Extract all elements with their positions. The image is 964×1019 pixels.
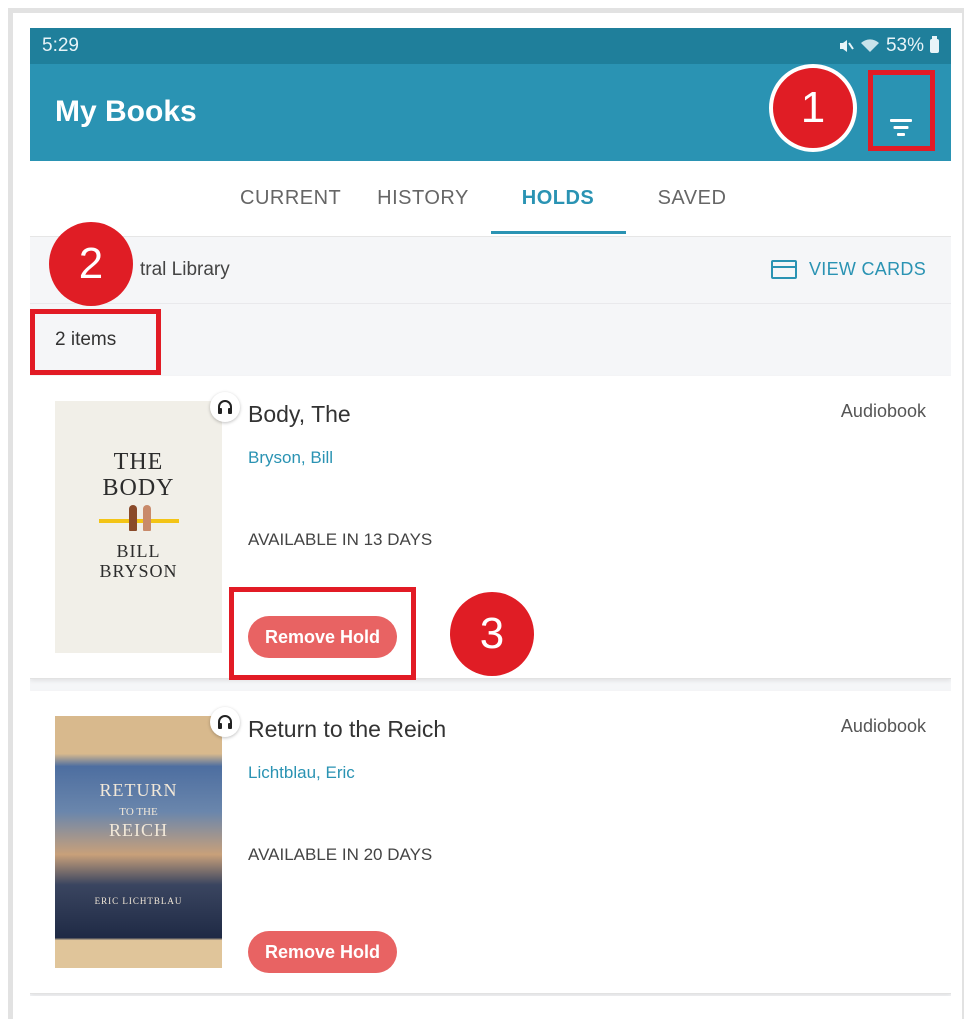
tab-saved[interactable]: SAVED [642,187,742,210]
cover-text: THE [113,449,164,475]
cover-figure [129,505,137,531]
tab-current[interactable]: CURRENT [240,187,341,210]
battery-percent: 53% [885,35,924,56]
cover-text: RETURN [99,780,178,800]
cover-text: BODY [102,475,175,501]
audiobook-badge [210,392,240,422]
book-format: Audiobook [840,716,926,736]
view-cards-label: VIEW CARDS [808,259,926,279]
wifi-icon [860,39,879,52]
callout-number-1: 1 [769,64,857,152]
cover-text: BILL [116,541,161,561]
book-author[interactable]: Bryson, Bill [248,448,333,468]
list-item-partial [30,996,951,1019]
headphones-icon [218,400,232,414]
cover-stripe [99,519,179,523]
view-cards-button[interactable]: VIEW CARDS [770,259,926,280]
callout-highlight-remove-hold [229,587,416,680]
book-author[interactable]: Lichtblau, Eric [248,763,355,783]
book-title[interactable]: Return to the Reich [248,716,446,743]
item-count-bar: 2 items [30,304,951,375]
card-icon [770,260,797,279]
library-bar: tral Library VIEW CARDS [30,237,951,304]
status-icons: 53% [838,35,939,57]
availability-status: AVAILABLE IN 13 DAYS [248,530,433,549]
cover-text: TO THE [119,806,158,818]
tab-history[interactable]: HISTORY [373,187,473,210]
book-format: Audiobook [840,401,926,421]
status-bar: 5:29 53% [30,28,951,64]
cover-text: ERIC LICHTBLAU [94,896,183,906]
book-cover[interactable]: RETURN TO THE REICH ERIC LICHTBLAU [55,716,222,968]
remove-hold-button[interactable]: Remove Hold [248,931,397,973]
mute-icon [839,40,854,52]
tab-bar: CURRENT HISTORY HOLDS SAVED [30,161,951,237]
library-name: tral Library [140,259,230,280]
active-tab-indicator [491,231,626,234]
book-cover[interactable]: THE BODY BILL BRYSON [55,401,222,653]
book-title[interactable]: Body, The [248,401,351,428]
status-time: 5:29 [42,35,79,56]
phone-screen: 5:29 53% My Books CURRENT HISTORY HOLDS … [30,28,951,1019]
callout-highlight-item-count [30,309,161,375]
page-title: My Books [55,95,197,128]
tab-holds[interactable]: HOLDS [508,187,608,210]
availability-status: AVAILABLE IN 20 DAYS [248,845,433,864]
headphones-icon [218,715,232,729]
callout-number-2: 2 [49,222,133,306]
list-item[interactable]: RETURN TO THE REICH ERIC LICHTBLAU Retur… [30,691,951,994]
audiobook-badge [210,707,240,737]
cover-text: REICH [109,820,168,840]
battery-icon [930,36,939,53]
cover-figure [143,505,151,531]
cover-text: BRYSON [99,561,178,581]
callout-highlight-filter [868,70,935,151]
callout-number-3: 3 [450,592,534,676]
